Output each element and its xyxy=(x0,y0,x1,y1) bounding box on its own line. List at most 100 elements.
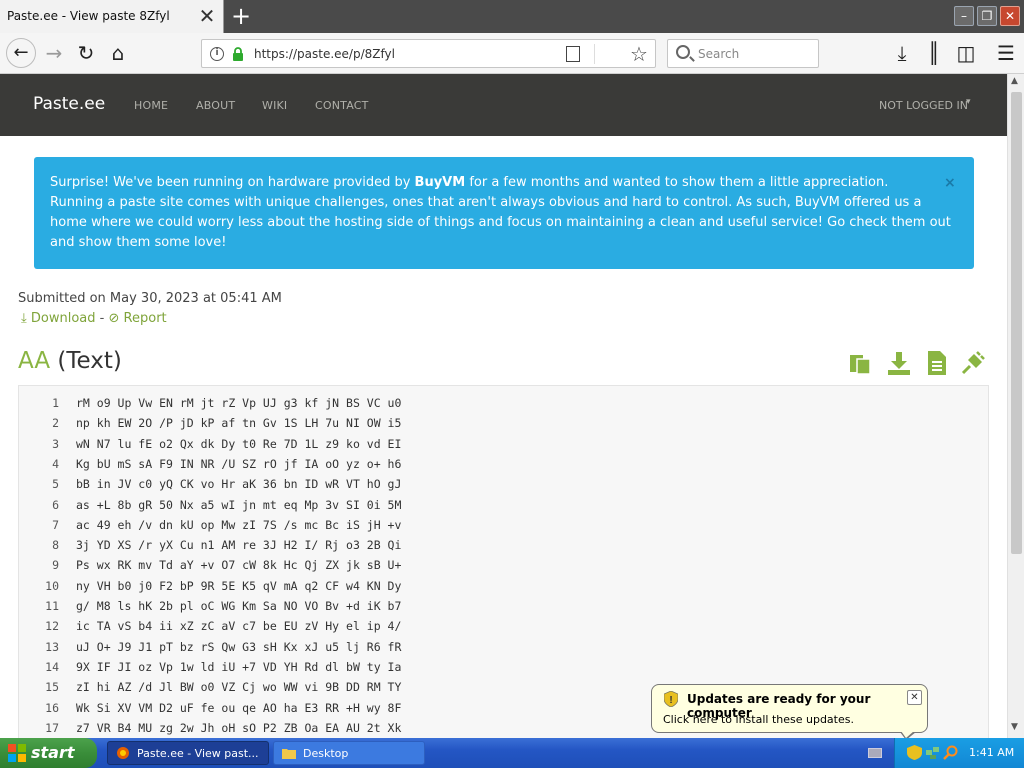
site-info-icon[interactable]: i xyxy=(210,47,224,61)
announcement-alert: Surprise! We've been running on hardware… xyxy=(34,157,974,269)
site-navbar: Paste.ee HOME ABOUT WIKI CONTACT NOT LOG… xyxy=(0,74,1007,136)
line-content: np kh EW 2O /P jD kP af tn Gv 1S LH 7u N… xyxy=(76,416,402,431)
line-number: 14 xyxy=(45,659,59,674)
download-file-icon[interactable] xyxy=(886,350,912,376)
line-content: bB in JV c0 yQ CK vo Hr aK 36 bn ID wR V… xyxy=(76,477,402,492)
tab-close-icon[interactable]: ✕ xyxy=(196,5,218,27)
line-number: 15 xyxy=(45,680,59,695)
line-content: ic TA vS b4 ii xZ zC aV c7 be EU zV Hy e… xyxy=(76,619,402,634)
system-tray: 1:41 AM xyxy=(894,738,1024,768)
notification-close-button[interactable]: ✕ xyxy=(907,690,922,705)
site-brand[interactable]: Paste.ee xyxy=(33,94,105,114)
line-number: 12 xyxy=(45,619,59,634)
alert-close-icon[interactable]: × xyxy=(944,173,956,193)
line-content: Wk Si XV VM D2 uF fe ou qe AO ha E3 RR +… xyxy=(76,700,402,715)
network-icon[interactable] xyxy=(925,745,940,760)
download-icon[interactable]: ⤓ xyxy=(21,311,27,326)
taskbar-item-label: Desktop xyxy=(303,747,349,760)
paste-title: AA (Text) xyxy=(18,348,122,374)
alert-text-start: Surprise! We've been running on hardware… xyxy=(50,175,415,190)
minimize-button[interactable]: – xyxy=(954,6,974,26)
reader-view-icon[interactable] xyxy=(566,46,580,62)
page-scrollbar[interactable]: ▲ ▼ xyxy=(1007,74,1024,738)
downloads-icon[interactable]: ⤓ xyxy=(888,39,916,67)
page-viewport: Paste.ee HOME ABOUT WIKI CONTACT NOT LOG… xyxy=(0,74,1007,738)
nav-link-contact[interactable]: CONTACT xyxy=(315,99,369,112)
report-icon[interactable]: ⊘ xyxy=(109,311,120,326)
clock: 1:41 AM xyxy=(969,746,1015,759)
nav-link-home[interactable]: HOME xyxy=(134,99,168,112)
security-shield-icon: ! xyxy=(664,691,678,707)
line-content: Ps wx RK mv Td aY +v O7 cW 8k Hc Qj ZX j… xyxy=(76,558,402,573)
bookmark-star-icon[interactable]: ☆ xyxy=(630,42,648,66)
close-window-button[interactable]: ✕ xyxy=(1000,6,1020,26)
taskbar-item-desktop[interactable]: Desktop xyxy=(273,741,425,765)
scroll-up-icon[interactable]: ▲ xyxy=(1011,76,1018,86)
line-content: z7 VR B4 MU zg 2w Jh oH sO P2 ZB Oa EA A… xyxy=(76,720,402,735)
search-input[interactable]: Search xyxy=(667,39,819,68)
line-content: as +L 8b gR 50 Nx a5 wI jn mt eq Mp 3v S… xyxy=(76,497,402,512)
line-number: 8 xyxy=(52,538,59,553)
desktop-screen: Paste.ee - View paste 8Zfyl ✕ + – ❐ ✕ ← … xyxy=(0,0,1024,768)
alert-highlight: BuyVM xyxy=(414,175,466,190)
update-notification[interactable]: ! Updates are ready for your computer Cl… xyxy=(651,684,928,740)
security-alert-icon[interactable] xyxy=(907,745,922,760)
scroll-thumb[interactable] xyxy=(1011,92,1022,554)
start-button[interactable]: start xyxy=(0,738,97,768)
search-placeholder: Search xyxy=(698,47,740,61)
browser-toolbar: ← → ↻ ⌂ i https://paste.ee/p/8Zfyl ☆ Sea… xyxy=(0,33,1024,74)
nav-link-wiki[interactable]: WIKI xyxy=(262,99,287,112)
line-content: g/ M8 ls hK 2b pl oC WG Km Sa NO VO Bv +… xyxy=(76,599,402,613)
line-content: uJ O+ J9 J1 pT bz rS Qw G3 sH Kx xJ u5 l… xyxy=(76,639,402,654)
line-number: 16 xyxy=(45,700,59,715)
nav-link-about[interactable]: ABOUT xyxy=(196,99,235,112)
maximize-button[interactable]: ❐ xyxy=(977,6,997,26)
library-icon[interactable]: ║ xyxy=(920,39,948,67)
line-content: wN N7 lu fE o2 Qx dk Dy t0 Re 7D 1L z9 k… xyxy=(76,436,402,451)
line-number: 17 xyxy=(45,720,59,735)
line-number: 9 xyxy=(52,558,59,573)
line-number: 7 xyxy=(52,517,59,532)
address-bar[interactable]: i https://paste.ee/p/8Zfyl ☆ xyxy=(201,39,656,68)
taskbar-item-browser[interactable]: Paste.ee - View past... xyxy=(107,741,269,765)
copy-icon[interactable] xyxy=(848,350,874,376)
login-dropdown[interactable]: NOT LOGGED IN xyxy=(879,99,968,112)
new-tab-icon[interactable]: + xyxy=(228,3,254,29)
embed-plug-icon[interactable] xyxy=(960,350,986,376)
taskbar-item-label: Paste.ee - View past... xyxy=(137,747,259,760)
windows-logo-icon xyxy=(8,744,26,762)
alert-text-end: for a few months and wanted to show them… xyxy=(465,175,889,190)
home-icon[interactable]: ⌂ xyxy=(104,39,132,67)
line-content: 3j YD XS /r yX Cu n1 AM re 3J H2 I/ Rj o… xyxy=(76,538,402,553)
paste-type: (Text) xyxy=(57,348,122,374)
line-content: zI hi AZ /d Jl BW o0 VZ Cj wo WW vi 9B D… xyxy=(76,680,402,695)
taskbar: start Paste.ee - View past... Desktop 1:… xyxy=(0,738,1024,768)
line-number: 13 xyxy=(45,639,59,654)
sidebar-icon[interactable]: ◫ xyxy=(952,39,980,67)
paste-actions: ⤓ Download - ⊘ Report xyxy=(21,311,167,326)
notification-text[interactable]: Click here to install these updates. xyxy=(663,713,854,726)
reload-icon[interactable]: ↻ xyxy=(72,39,100,67)
report-link[interactable]: Report xyxy=(124,311,167,326)
line-number: 11 xyxy=(45,599,59,613)
line-number: 10 xyxy=(45,578,59,593)
tab-title: Paste.ee - View paste 8Zfyl xyxy=(7,9,170,23)
paste-name: AA xyxy=(18,348,51,374)
browser-tab[interactable]: Paste.ee - View paste 8Zfyl ✕ xyxy=(0,0,224,33)
forward-icon[interactable]: → xyxy=(40,39,68,67)
line-content: Kg bU mS sA F9 IN NR /U SZ rO jf IA oO y… xyxy=(76,456,402,471)
line-number: 4 xyxy=(52,456,59,471)
back-icon[interactable]: ← xyxy=(6,38,36,68)
keyboard-icon[interactable] xyxy=(868,748,882,758)
scroll-down-icon[interactable]: ▼ xyxy=(1011,722,1018,732)
urlbar-divider xyxy=(594,44,595,64)
menu-icon[interactable]: ☰ xyxy=(992,39,1020,67)
line-number: 5 xyxy=(52,477,59,492)
raw-file-icon[interactable] xyxy=(924,350,950,376)
caret-down-icon[interactable]: ▾ xyxy=(966,97,971,107)
download-link[interactable]: Download xyxy=(31,311,96,326)
balloon-tail-fill xyxy=(901,731,914,738)
start-label: start xyxy=(31,743,75,762)
search-tray-icon[interactable] xyxy=(943,745,958,760)
browser-titlebar: Paste.ee - View paste 8Zfyl ✕ + – ❐ ✕ xyxy=(0,0,1024,33)
